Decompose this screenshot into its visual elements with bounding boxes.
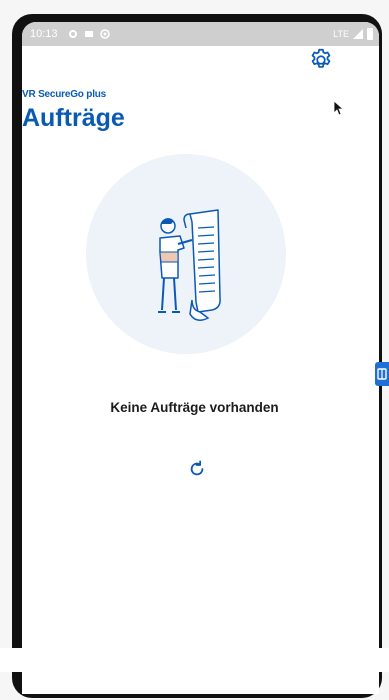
signal-icon [353, 29, 363, 39]
bottom-area [0, 648, 389, 672]
settings-button[interactable] [305, 44, 337, 76]
record-status-icon [99, 29, 110, 39]
side-panel-icon [377, 368, 387, 380]
gear-icon [311, 48, 331, 68]
empty-state-message: Keine Aufträge vorhanden [110, 400, 279, 415]
status-time: 10:13 [30, 28, 58, 40]
status-right: LTE [333, 28, 373, 40]
page-title: Aufträge [22, 104, 125, 132]
refresh-icon [190, 460, 204, 476]
side-tab-handle[interactable] [375, 362, 389, 386]
image-status-icon [84, 29, 94, 39]
person-with-document-illustration [158, 209, 221, 321]
screenshot-frame: 10:13 LTE VR SecureGo plus Aufträge Kein… [0, 0, 389, 700]
mouse-cursor-icon [333, 100, 345, 116]
network-label: LTE [333, 29, 349, 39]
app-name: VR SecureGo plus [22, 89, 107, 100]
settings-gear-status-icon [68, 29, 78, 39]
battery-icon [367, 28, 373, 40]
status-icons [68, 29, 110, 39]
refresh-button[interactable] [186, 458, 208, 480]
status-bar: 10:13 LTE [22, 22, 379, 46]
